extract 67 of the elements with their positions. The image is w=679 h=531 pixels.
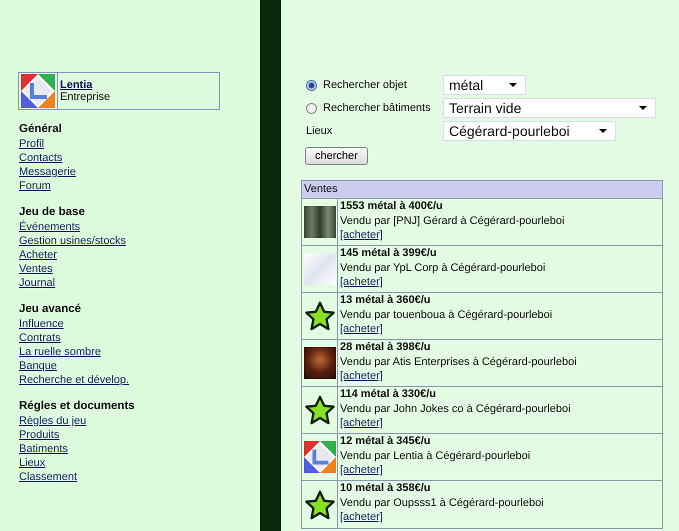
search-button[interactable]: chercher	[305, 147, 368, 165]
star-icon	[304, 490, 334, 520]
sale-title: 10 métal à 358€/u	[340, 481, 431, 496]
sale-title: 1553 métal à 400€/u	[340, 199, 443, 214]
menu-link[interactable]: Journal	[19, 276, 56, 290]
photo-placeholder	[304, 206, 336, 238]
menu-link[interactable]: Profil	[19, 137, 44, 151]
menu-link[interactable]: Acheter	[19, 248, 57, 262]
company-type: Entreprise	[60, 91, 110, 103]
radio-label: Rechercher objet	[323, 79, 407, 91]
menu-link[interactable]: La ruelle sombre	[19, 345, 101, 359]
menu-link[interactable]: Règles du jeu	[19, 414, 86, 428]
buy-link[interactable]: [acheter]	[340, 463, 383, 478]
menu-link[interactable]: Ventes	[19, 262, 53, 276]
dropdown[interactable]: Terrain vide	[443, 98, 656, 118]
logo-icon	[21, 74, 55, 108]
buy-link[interactable]: [acheter]	[340, 322, 383, 336]
star-icon	[304, 301, 334, 331]
place-label: Lieux	[306, 125, 334, 137]
table-header: Ventes	[302, 181, 662, 199]
seller-text: Vendu par YpL Corp à Cégérard-pourleboi	[340, 260, 546, 275]
seller-text: Vendu par Oupsss1 à Cégérard-pourleboi	[340, 496, 544, 510]
buy-link[interactable]: [acheter]	[340, 275, 383, 290]
caret-icon	[639, 106, 647, 110]
menu-link[interactable]: Forum	[19, 179, 51, 193]
caret-icon	[509, 83, 517, 87]
seller-text: Vendu par John Jokes co à Cégérard-pourleboi	[340, 402, 571, 416]
buy-link[interactable]: [acheter]	[340, 228, 383, 242]
menu-link[interactable]: Batiments	[19, 442, 68, 456]
sale-title: 12 métal à 345€/u	[340, 434, 431, 448]
buy-link[interactable]: [acheter]	[340, 416, 383, 430]
menu-link[interactable]: Influence	[19, 317, 64, 331]
menu-heading: Général	[19, 122, 62, 137]
company-link[interactable]: Lentia	[60, 79, 110, 91]
buy-link[interactable]: [acheter]	[340, 369, 383, 384]
menu-heading: Jeu avancé	[19, 302, 82, 317]
sale-title: 114 métal à 330€/u	[340, 387, 436, 402]
menu-heading: Régles et documents	[19, 399, 135, 414]
seller-text: Vendu par [PNJ] Gérard à Cégérard-pourleboi	[340, 214, 564, 228]
logo-icon	[304, 441, 336, 473]
dropdown[interactable]: métal	[443, 75, 526, 95]
menu-link[interactable]: Banque	[19, 359, 57, 373]
sale-title: 145 métal à 399€/u	[340, 246, 437, 260]
menu-link[interactable]: Lieux	[19, 456, 46, 470]
radio-label: Rechercher bâtiments	[323, 102, 431, 114]
seller-text: Vendu par Lentia à Cégérard-pourleboi	[340, 448, 530, 463]
star-icon	[304, 395, 334, 425]
sale-title: 28 métal à 398€/u	[340, 340, 431, 354]
menu-link[interactable]: Recherche et dévelop.	[19, 373, 130, 387]
buy-link[interactable]: [acheter]	[340, 510, 383, 524]
menu-link[interactable]: Gestion usines/stocks	[19, 234, 126, 248]
seller-text: Vendu par touenboua à Cégérard-pourleboi	[340, 308, 552, 322]
sale-title: 13 métal à 360€/u	[340, 293, 431, 308]
seller-text: Vendu par Atis Enterprises à Cégérard-pourleboi	[340, 354, 577, 369]
caret-icon	[599, 129, 607, 133]
radio-button[interactable]	[306, 80, 317, 90]
menu-link[interactable]: Contacts	[19, 151, 62, 165]
place-dropdown[interactable]: Cégérard-pourleboi	[443, 121, 616, 141]
radio-button[interactable]	[306, 102, 317, 114]
menu-heading: Jeu de base	[19, 205, 85, 220]
menu-link[interactable]: Contrats	[19, 331, 61, 345]
photo-placeholder	[304, 347, 336, 379]
logo-placeholder	[304, 253, 336, 285]
menu-link[interactable]: Événements	[19, 220, 80, 234]
menu-link[interactable]: Produits	[19, 428, 60, 442]
menu-link[interactable]: Messagerie	[19, 165, 76, 179]
menu-link[interactable]: Classement	[19, 470, 78, 484]
